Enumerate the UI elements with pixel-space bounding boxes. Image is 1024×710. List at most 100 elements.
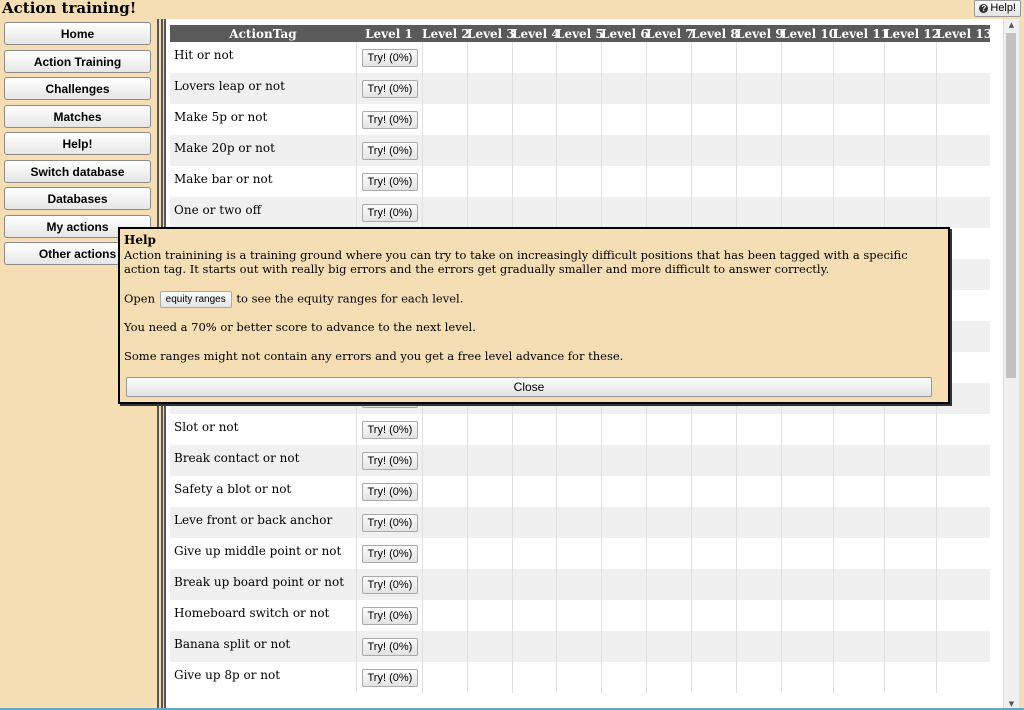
level-cell bbox=[421, 662, 467, 693]
scroll-thumb[interactable] bbox=[1006, 33, 1016, 378]
level-cell bbox=[883, 631, 936, 662]
level-cell bbox=[735, 414, 781, 445]
level-cell bbox=[780, 507, 833, 538]
level-cell bbox=[832, 73, 884, 104]
column-header-level-6: Level 6 bbox=[601, 25, 649, 42]
try-button[interactable]: Try! (0%) bbox=[361, 49, 419, 67]
sidebar-item-home[interactable]: Home bbox=[4, 22, 151, 45]
level-cell bbox=[935, 73, 990, 104]
level-cell bbox=[832, 104, 884, 135]
level-cell bbox=[511, 135, 556, 166]
level-cell bbox=[935, 600, 990, 631]
sidebar-item-switch-database[interactable]: Switch database bbox=[4, 160, 151, 183]
scroll-up-arrow-icon[interactable]: ▲ bbox=[1004, 19, 1019, 31]
level-cell bbox=[735, 569, 781, 600]
level-cell bbox=[735, 662, 781, 693]
try-button[interactable]: Try! (0%) bbox=[361, 452, 419, 470]
level-1-cell: Try! (0%) bbox=[355, 662, 422, 693]
try-button[interactable]: Try! (0%) bbox=[361, 421, 419, 439]
level-cell bbox=[883, 42, 936, 73]
column-header-level-7: Level 7 bbox=[646, 25, 694, 42]
try-button[interactable]: Try! (0%) bbox=[361, 204, 419, 222]
column-header-level-4: Level 4 bbox=[512, 25, 560, 42]
dialog-open-line: Open equity ranges to see the equity ran… bbox=[124, 291, 940, 308]
column-header-level-2: Level 2 bbox=[422, 25, 470, 42]
level-cell bbox=[735, 197, 781, 228]
sidebar-item-action-training[interactable]: Action Training bbox=[4, 50, 151, 73]
level-cell bbox=[832, 42, 884, 73]
level-cell bbox=[511, 476, 556, 507]
level-cell bbox=[600, 662, 646, 693]
action-tag-cell: Lovers leap or not bbox=[170, 73, 356, 104]
column-header-actiontag: ActionTag bbox=[170, 25, 356, 42]
level-cell bbox=[466, 414, 512, 445]
action-tag-cell: Make 20p or not bbox=[170, 135, 356, 166]
level-cell bbox=[935, 631, 990, 662]
level-cell bbox=[466, 445, 512, 476]
level-cell bbox=[600, 197, 646, 228]
level-cell bbox=[466, 197, 512, 228]
level-cell bbox=[883, 166, 936, 197]
try-button[interactable]: Try! (0%) bbox=[361, 576, 419, 594]
level-cell bbox=[780, 73, 833, 104]
action-tag-cell: Make bar or not bbox=[170, 166, 356, 197]
level-cell bbox=[690, 414, 736, 445]
try-button[interactable]: Try! (0%) bbox=[361, 514, 419, 532]
try-button[interactable]: Try! (0%) bbox=[361, 545, 419, 563]
level-cell bbox=[690, 42, 736, 73]
level-cell bbox=[421, 104, 467, 135]
level-cell bbox=[690, 197, 736, 228]
level-cell bbox=[883, 135, 936, 166]
try-button[interactable]: Try! (0%) bbox=[361, 111, 419, 129]
level-cell bbox=[883, 507, 936, 538]
close-button[interactable]: Close bbox=[126, 377, 932, 397]
level-cell bbox=[883, 538, 936, 569]
level-cell bbox=[780, 538, 833, 569]
action-tag-cell: One or two off bbox=[170, 197, 356, 228]
try-button[interactable]: Try! (0%) bbox=[361, 80, 419, 98]
help-button-label: Help! bbox=[990, 2, 1016, 14]
column-header-level-5: Level 5 bbox=[556, 25, 604, 42]
level-cell bbox=[511, 414, 556, 445]
level-cell bbox=[600, 476, 646, 507]
level-cell bbox=[735, 104, 781, 135]
vertical-scrollbar[interactable]: ▲ ▼ bbox=[1003, 19, 1019, 710]
dialog-ranges-text: Some ranges might not contain any errors… bbox=[124, 349, 624, 363]
open-suffix-text: to see the equity ranges for each level. bbox=[236, 291, 464, 306]
level-cell bbox=[466, 135, 512, 166]
level-cell bbox=[645, 166, 691, 197]
help-button[interactable]: ? Help! bbox=[974, 0, 1021, 17]
table-row: Make 5p or not Try! (0%) bbox=[170, 104, 990, 135]
sidebar-item-help[interactable]: Help! bbox=[4, 132, 151, 155]
column-header-level-10: Level 10 bbox=[781, 25, 838, 42]
try-button[interactable]: Try! (0%) bbox=[361, 483, 419, 501]
level-cell bbox=[832, 569, 884, 600]
sidebar-item-challenges[interactable]: Challenges bbox=[4, 77, 151, 100]
try-button[interactable]: Try! (0%) bbox=[361, 142, 419, 160]
sidebar-item-databases[interactable]: Databases bbox=[4, 187, 151, 210]
try-button[interactable]: Try! (0%) bbox=[361, 607, 419, 625]
table-row: Homeboard switch or not Try! (0%) bbox=[170, 600, 990, 631]
level-cell bbox=[511, 507, 556, 538]
level-cell bbox=[645, 476, 691, 507]
sidebar-item-matches[interactable]: Matches bbox=[4, 105, 151, 128]
level-cell bbox=[421, 600, 467, 631]
level-cell bbox=[555, 662, 601, 693]
level-cell bbox=[645, 445, 691, 476]
try-button[interactable]: Try! (0%) bbox=[361, 173, 419, 191]
level-cell bbox=[600, 135, 646, 166]
level-cell bbox=[511, 73, 556, 104]
level-cell bbox=[883, 445, 936, 476]
level-cell bbox=[690, 538, 736, 569]
level-cell bbox=[466, 662, 512, 693]
level-cell bbox=[421, 476, 467, 507]
level-cell bbox=[421, 166, 467, 197]
level-cell bbox=[832, 662, 884, 693]
try-button[interactable]: Try! (0%) bbox=[361, 638, 419, 656]
level-1-cell: Try! (0%) bbox=[355, 507, 422, 538]
try-button[interactable]: Try! (0%) bbox=[361, 669, 419, 687]
level-cell bbox=[690, 73, 736, 104]
equity-ranges-button[interactable]: equity ranges bbox=[159, 291, 232, 308]
level-cell bbox=[421, 135, 467, 166]
dialog-intro-text: Action trainining is a training ground w… bbox=[124, 248, 908, 276]
